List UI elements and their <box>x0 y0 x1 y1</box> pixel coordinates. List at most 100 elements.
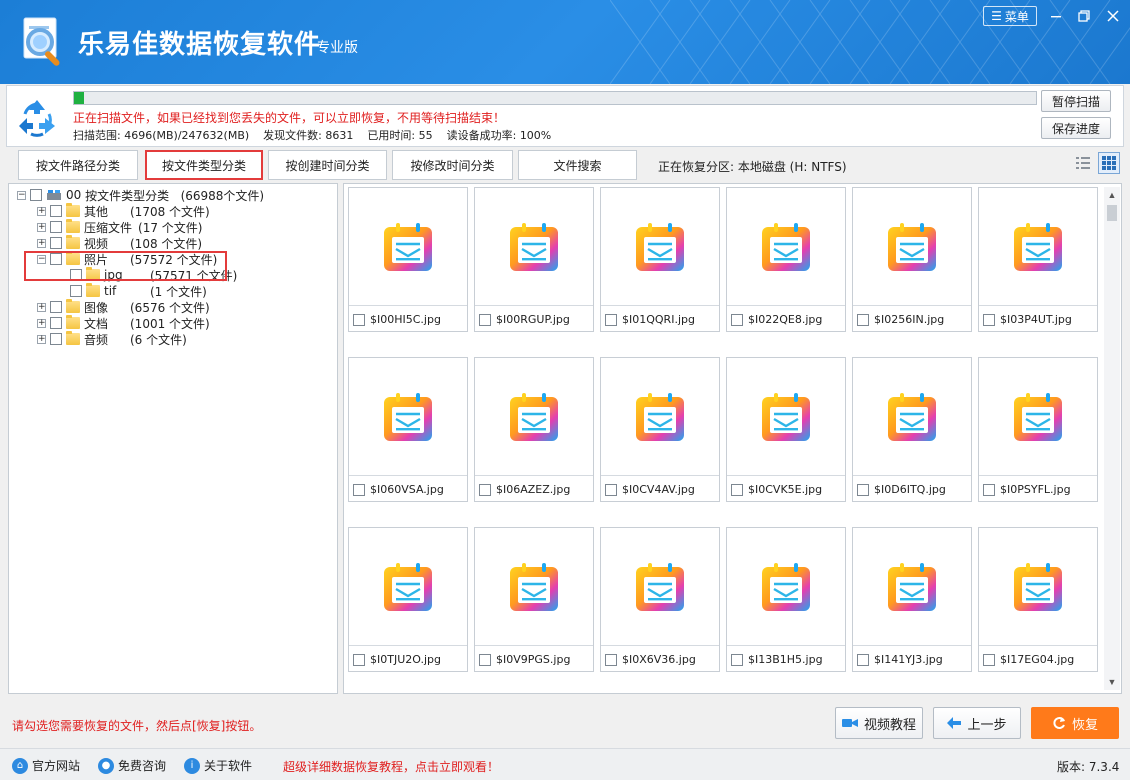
photo-thumbnail-icon[interactable] <box>853 528 971 646</box>
menu-button[interactable]: ☰ 菜单 <box>983 6 1037 26</box>
back-button[interactable]: 上一步 <box>933 707 1021 739</box>
collapse-icon[interactable]: − <box>17 190 26 200</box>
tab-by-modify-time[interactable]: 按修改时间分类 <box>392 150 513 180</box>
photo-thumbnail-icon[interactable] <box>475 358 593 476</box>
file-card[interactable]: $I00HI5C.jpg <box>348 187 468 332</box>
grid-view-button[interactable] <box>1098 152 1120 174</box>
list-view-button[interactable] <box>1072 152 1094 174</box>
tree-item-checkbox[interactable] <box>50 317 62 329</box>
file-card[interactable]: $I00RGUP.jpg <box>474 187 594 332</box>
file-checkbox[interactable] <box>857 653 869 666</box>
file-checkbox[interactable] <box>353 653 365 666</box>
file-checkbox[interactable] <box>731 483 743 496</box>
tree-item-tif[interactable]: tif (1 个文件) <box>57 283 207 299</box>
tree-item-video[interactable]: + 视频 (108 个文件) <box>37 235 202 251</box>
file-card[interactable]: $I141YJ3.jpg <box>852 527 972 672</box>
file-checkbox[interactable] <box>479 653 491 666</box>
file-checkbox[interactable] <box>479 483 491 496</box>
photo-thumbnail-icon[interactable] <box>475 528 593 646</box>
file-card[interactable]: $I0TJU2O.jpg <box>348 527 468 672</box>
file-checkbox[interactable] <box>731 653 743 666</box>
tree-item-image[interactable]: + 图像 (6576 个文件) <box>37 299 210 315</box>
recover-button[interactable]: 恢复 <box>1031 707 1119 739</box>
expand-icon[interactable]: + <box>37 222 46 232</box>
photo-thumbnail-icon[interactable] <box>979 188 1097 306</box>
tree-item-checkbox[interactable] <box>50 301 62 313</box>
tree-item-document[interactable]: + 文档 (1001 个文件) <box>37 315 210 331</box>
tree-item-other[interactable]: + 其他 (1708 个文件) <box>37 203 210 219</box>
expand-icon[interactable]: + <box>37 334 46 344</box>
pause-scan-button[interactable]: 暂停扫描 <box>1041 90 1111 112</box>
file-checkbox[interactable] <box>605 653 617 666</box>
file-checkbox[interactable] <box>983 653 995 666</box>
tree-item-checkbox[interactable] <box>50 237 62 249</box>
close-button[interactable] <box>1102 6 1124 26</box>
photo-thumbnail-icon[interactable] <box>349 188 467 306</box>
official-site-link[interactable]: ⌂ 官方网站 <box>12 757 80 774</box>
file-card[interactable]: $I06AZEZ.jpg <box>474 357 594 502</box>
photo-thumbnail-icon[interactable] <box>475 188 593 306</box>
tab-by-path[interactable]: 按文件路径分类 <box>18 150 138 180</box>
photo-thumbnail-icon[interactable] <box>979 528 1097 646</box>
file-card[interactable]: $I13B1H5.jpg <box>726 527 846 672</box>
file-checkbox[interactable] <box>353 313 365 326</box>
minimize-button[interactable] <box>1045 6 1067 26</box>
expand-icon[interactable]: + <box>37 238 46 248</box>
photo-thumbnail-icon[interactable] <box>727 528 845 646</box>
file-checkbox[interactable] <box>605 313 617 326</box>
save-progress-button[interactable]: 保存进度 <box>1041 117 1111 139</box>
tree-root[interactable]: − 00 按文件类型分类 (66988个文件) <box>17 187 264 203</box>
photo-thumbnail-icon[interactable] <box>727 188 845 306</box>
expand-icon[interactable]: + <box>37 206 46 216</box>
file-card[interactable]: $I0PSYFL.jpg <box>978 357 1098 502</box>
tree-item-checkbox[interactable] <box>70 285 82 297</box>
scroll-down-icon[interactable]: ▼ <box>1104 674 1120 690</box>
photo-thumbnail-icon[interactable] <box>349 358 467 476</box>
tree-item-checkbox[interactable] <box>50 333 62 345</box>
photo-thumbnail-icon[interactable] <box>727 358 845 476</box>
file-card[interactable]: $I0X6V36.jpg <box>600 527 720 672</box>
photo-thumbnail-icon[interactable] <box>979 358 1097 476</box>
expand-icon[interactable]: + <box>37 302 46 312</box>
file-card[interactable]: $I060VSA.jpg <box>348 357 468 502</box>
tab-by-create-time[interactable]: 按创建时间分类 <box>268 150 387 180</box>
grid-scrollbar[interactable]: ▲ ▼ <box>1104 187 1120 690</box>
file-checkbox[interactable] <box>731 313 743 326</box>
file-card[interactable]: $I01QQRI.jpg <box>600 187 720 332</box>
free-consult-link[interactable]: ● 免费咨询 <box>98 757 166 774</box>
maximize-button[interactable] <box>1073 6 1095 26</box>
file-checkbox[interactable] <box>857 313 869 326</box>
file-card[interactable]: $I0CV4AV.jpg <box>600 357 720 502</box>
tree-item-archive[interactable]: + 压缩文件 (17 个文件) <box>37 219 202 235</box>
file-card[interactable]: $I17EG04.jpg <box>978 527 1098 672</box>
tutorial-promo-link[interactable]: 超级详细数据恢复教程，点击立即观看！ <box>283 758 499 775</box>
about-link[interactable]: i 关于软件 <box>184 757 252 774</box>
photo-thumbnail-icon[interactable] <box>853 358 971 476</box>
photo-thumbnail-icon[interactable] <box>349 528 467 646</box>
file-checkbox[interactable] <box>983 483 995 496</box>
photo-thumbnail-icon[interactable] <box>601 188 719 306</box>
file-checkbox[interactable] <box>479 313 491 326</box>
file-card[interactable]: $I022QE8.jpg <box>726 187 846 332</box>
tree-item-checkbox[interactable] <box>50 221 62 233</box>
video-tutorial-button[interactable]: 视频教程 <box>835 707 923 739</box>
file-card[interactable]: $I0D6ITQ.jpg <box>852 357 972 502</box>
file-checkbox[interactable] <box>983 313 995 326</box>
file-checkbox[interactable] <box>353 483 365 496</box>
file-card[interactable]: $I0CVK5E.jpg <box>726 357 846 502</box>
photo-thumbnail-icon[interactable] <box>601 528 719 646</box>
file-checkbox[interactable] <box>605 483 617 496</box>
photo-thumbnail-icon[interactable] <box>601 358 719 476</box>
tree-item-audio[interactable]: + 音频 (6 个文件) <box>37 331 187 347</box>
file-card[interactable]: $I0256IN.jpg <box>852 187 972 332</box>
file-card[interactable]: $I0V9PGS.jpg <box>474 527 594 672</box>
tree-root-checkbox[interactable] <box>30 189 42 201</box>
scroll-thumb[interactable] <box>1107 205 1117 221</box>
expand-icon[interactable]: + <box>37 318 46 328</box>
file-card[interactable]: $I03P4UT.jpg <box>978 187 1098 332</box>
tab-file-search[interactable]: 文件搜索 <box>518 150 637 180</box>
photo-thumbnail-icon[interactable] <box>853 188 971 306</box>
file-checkbox[interactable] <box>857 483 869 496</box>
tree-item-checkbox[interactable] <box>50 205 62 217</box>
tab-by-file-type[interactable]: 按文件类型分类 <box>145 150 263 180</box>
